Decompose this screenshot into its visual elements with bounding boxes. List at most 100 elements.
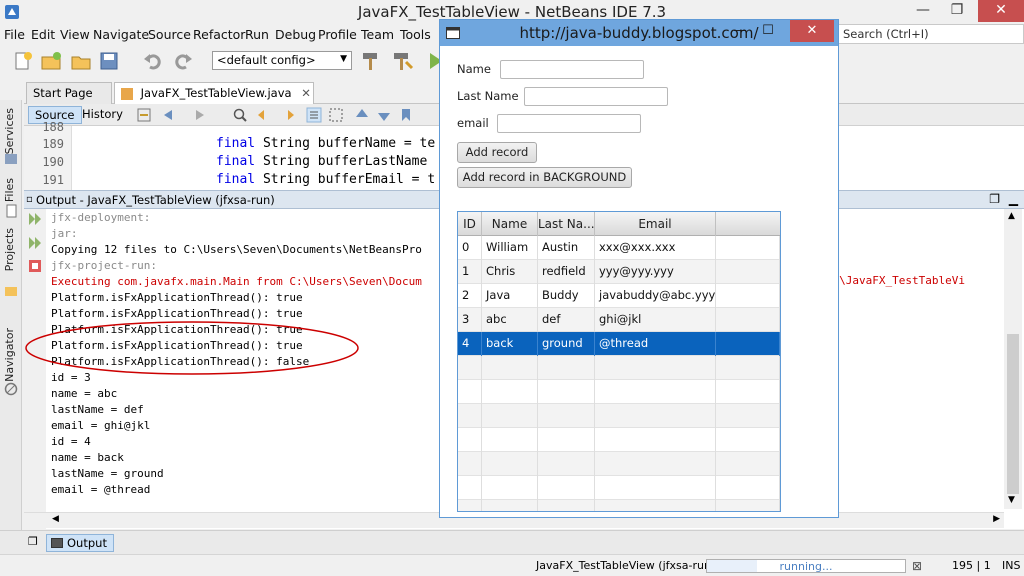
table-row[interactable]	[458, 404, 780, 428]
services-icon[interactable]	[4, 152, 18, 166]
tab-history[interactable]: History	[76, 106, 129, 124]
config-select[interactable]: <default config> ▼	[212, 51, 352, 70]
close-tab-icon[interactable]: ✕	[301, 86, 311, 100]
undo-icon[interactable]	[142, 50, 164, 72]
table-cell	[458, 380, 482, 404]
table-row[interactable]	[458, 476, 780, 500]
menu-tools[interactable]: Tools	[400, 27, 431, 42]
table-cell	[482, 404, 538, 428]
stop-icon[interactable]	[28, 259, 42, 273]
menu-edit[interactable]: Edit	[31, 27, 55, 42]
forward-icon[interactable]	[192, 107, 208, 123]
table-row[interactable]	[458, 428, 780, 452]
table-row[interactable]: 3 abc def ghi@jkl	[458, 308, 780, 332]
find-previous-icon[interactable]	[256, 107, 272, 123]
tab-java-file[interactable]: JavaFX_TestTableView.java ✕	[114, 82, 314, 104]
email-field[interactable]	[497, 114, 641, 133]
clean-build-icon[interactable]	[392, 50, 414, 72]
scroll-left-icon[interactable]: ◀	[52, 514, 59, 524]
cancel-task-icon[interactable]: ⊠	[912, 559, 922, 573]
table-row[interactable]	[458, 452, 780, 476]
scroll-right-icon[interactable]: ▶	[993, 514, 1000, 524]
table-row[interactable]	[458, 356, 780, 380]
menu-run[interactable]: Run	[245, 27, 269, 42]
menu-team[interactable]: Team	[361, 27, 394, 42]
tab-start-page[interactable]: Start Page	[26, 82, 112, 104]
sidebar-item-services[interactable]: Services	[3, 108, 19, 154]
table-cell	[482, 476, 538, 500]
save-all-icon[interactable]	[98, 50, 120, 72]
sidebar-item-navigator[interactable]: Navigator	[3, 328, 19, 382]
output-vertical-scrollbar[interactable]: ▲ ▼	[1004, 209, 1022, 509]
menu-profile[interactable]: Profile	[318, 27, 357, 42]
javafx-maximize-button[interactable]: ☐	[756, 20, 780, 42]
last-edit-icon[interactable]	[136, 107, 152, 123]
table-row[interactable]: 2 Java Buddy javabuddy@abc.yyy	[458, 284, 780, 308]
find-icon[interactable]	[232, 107, 248, 123]
name-field[interactable]	[500, 60, 644, 79]
table-cell	[716, 476, 780, 500]
rerun-with-params-icon[interactable]	[28, 236, 42, 250]
next-bookmark-icon[interactable]	[376, 107, 392, 123]
table-row[interactable]	[458, 500, 780, 511]
javafx-minimize-button[interactable]: —	[728, 20, 752, 42]
table-row[interactable]: 0 William Austin xxx@xxx.xxx	[458, 236, 780, 260]
table-row[interactable]	[458, 380, 780, 404]
tab-output[interactable]: Output	[46, 534, 114, 552]
last-name-field[interactable]	[524, 87, 668, 106]
minimize-button[interactable]: —	[908, 0, 938, 22]
new-file-icon[interactable]	[12, 50, 34, 72]
previous-bookmark-icon[interactable]	[354, 107, 370, 123]
menu-refactor[interactable]: Refactor	[193, 27, 245, 42]
search-input[interactable]: Search (Ctrl+I)	[838, 24, 1024, 44]
panel-restore-icon[interactable]: ▫	[26, 194, 33, 205]
menu-source[interactable]: Source	[148, 27, 191, 42]
scroll-up-icon[interactable]: ▲	[1008, 211, 1015, 221]
table-cell	[538, 476, 595, 500]
menu-view[interactable]: View	[60, 27, 90, 42]
new-project-icon[interactable]	[40, 50, 62, 72]
menu-debug[interactable]: Debug	[275, 27, 316, 42]
minimize-panel-icon[interactable]: ▁	[1009, 192, 1018, 206]
column-header-id[interactable]: ID	[458, 212, 482, 236]
table-row[interactable]: 1 Chris redfield yyy@yyy.yyy	[458, 260, 780, 284]
code-text: String bufferLastName	[255, 154, 428, 169]
open-project-icon[interactable]	[70, 50, 92, 72]
table-row-selected[interactable]: 4 back ground @thread	[458, 332, 780, 356]
maximize-button[interactable]: ❐	[942, 0, 972, 22]
column-header-email[interactable]: Email	[595, 212, 716, 236]
close-button[interactable]: ✕	[978, 0, 1024, 22]
toggle-highlight-icon[interactable]	[306, 107, 322, 123]
table-cell	[482, 428, 538, 452]
back-icon[interactable]	[160, 107, 176, 123]
find-next-icon[interactable]	[280, 107, 296, 123]
rectangular-selection-icon[interactable]	[328, 107, 344, 123]
sidebar-item-projects[interactable]: Projects	[3, 228, 19, 271]
restore-window-group-icon[interactable]: ❐	[28, 535, 38, 548]
records-table[interactable]: ID Name Last Na... Email 0 William Austin x…	[457, 211, 781, 512]
column-header-last-name[interactable]: Last Na...	[538, 212, 595, 236]
table-cell	[482, 452, 538, 476]
add-record-button[interactable]: Add record	[457, 142, 537, 163]
files-icon[interactable]	[4, 204, 18, 218]
table-cell	[716, 260, 780, 284]
table-cell	[716, 308, 780, 332]
table-cell: 2	[458, 284, 482, 308]
maximize-panel-icon[interactable]: ❐	[989, 192, 1000, 206]
toggle-bookmark-icon[interactable]	[398, 107, 414, 123]
column-header-name[interactable]: Name	[482, 212, 538, 236]
sidebar-item-files[interactable]: Files	[3, 178, 19, 202]
add-record-background-button[interactable]: Add record in BACKGROUND	[457, 167, 632, 188]
build-hammer-icon[interactable]	[360, 50, 382, 72]
javafx-close-button[interactable]: ✕	[790, 20, 834, 42]
scrollbar-thumb[interactable]	[1007, 334, 1019, 494]
navigator-icon[interactable]	[4, 382, 18, 396]
rerun-icon[interactable]	[28, 212, 42, 226]
table-cell	[538, 404, 595, 428]
table-cell: yyy@yyy.yyy	[595, 260, 716, 284]
menu-file[interactable]: File	[4, 27, 25, 42]
menu-navigate[interactable]: Navigate	[93, 27, 149, 42]
redo-icon[interactable]	[172, 50, 194, 72]
scroll-down-icon[interactable]: ▼	[1008, 495, 1015, 505]
projects-icon[interactable]	[4, 284, 18, 298]
